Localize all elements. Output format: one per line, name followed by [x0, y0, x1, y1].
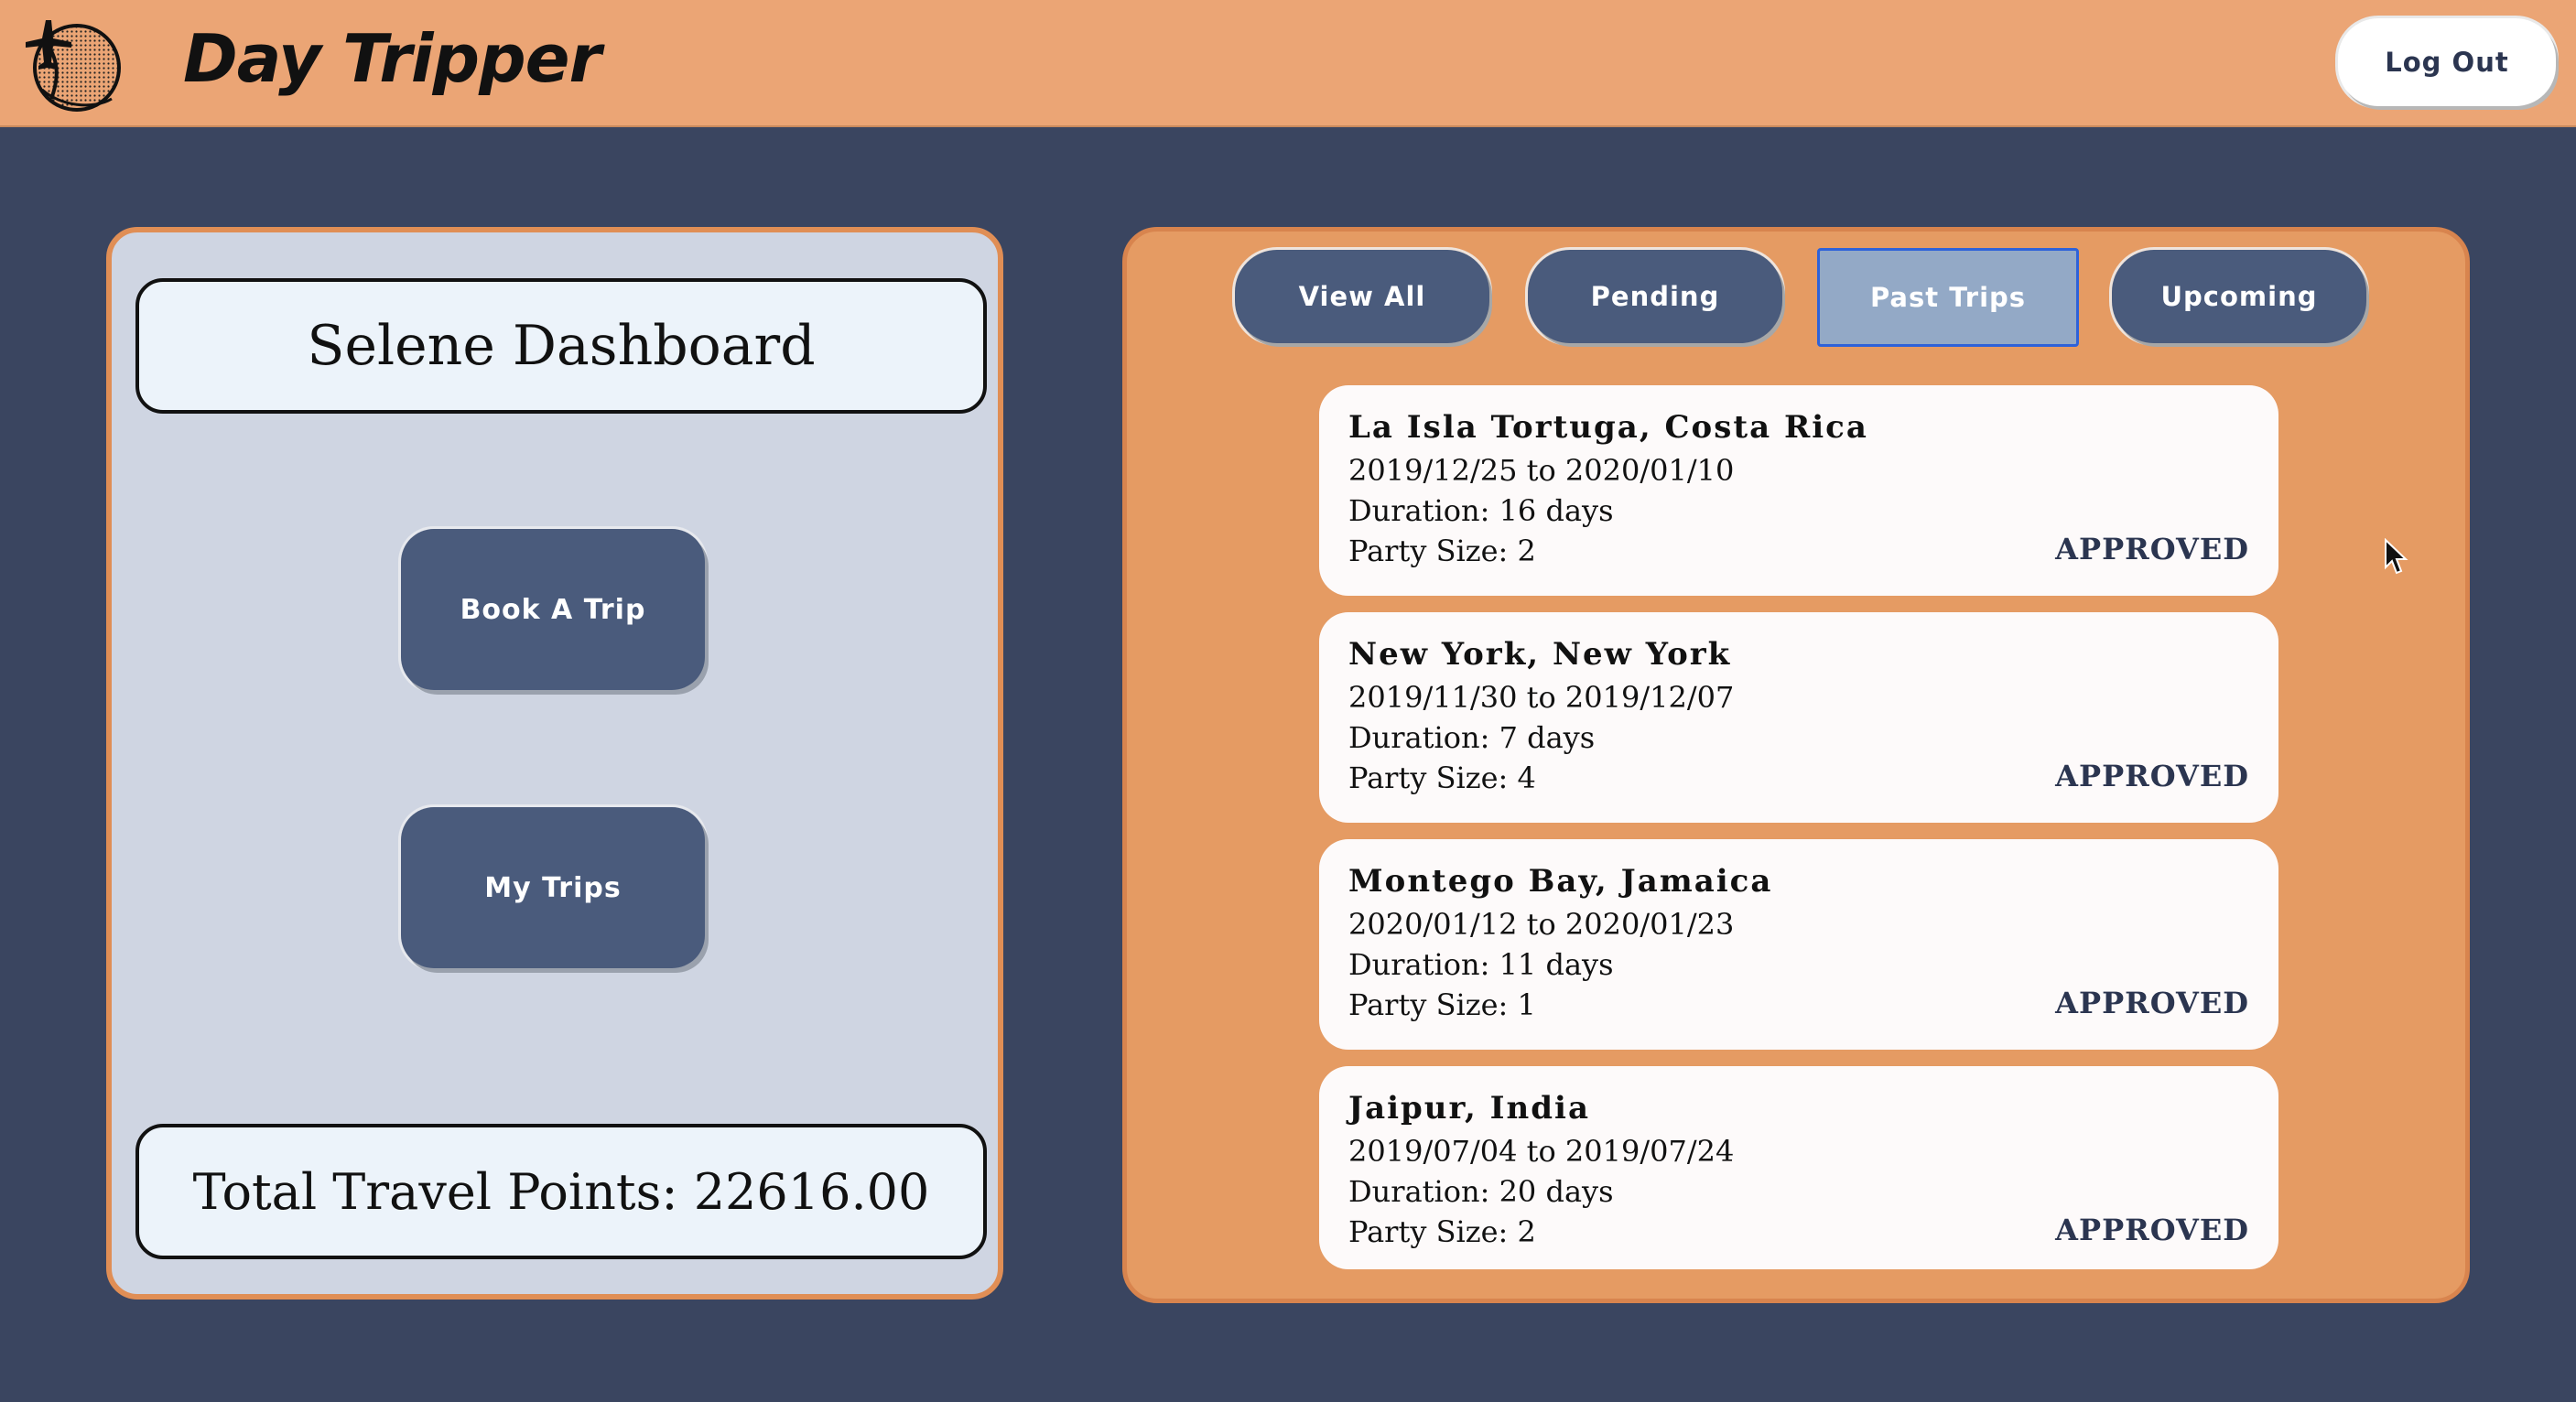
- trip-status: APPROVED: [2055, 532, 2249, 566]
- travel-points-text: Total Travel Points: 22616.00: [192, 1162, 930, 1221]
- tab-past-trips[interactable]: Past Trips: [1817, 248, 2079, 347]
- dashboard-title-box: Selene Dashboard: [135, 278, 987, 414]
- trip-duration: Duration: 7 days: [1348, 720, 1596, 755]
- logout-button[interactable]: Log Out: [2338, 18, 2556, 106]
- trip-dates: 2020/01/12 to 2020/01/23: [1348, 907, 1735, 942]
- trip-duration: Duration: 16 days: [1348, 493, 1614, 528]
- trip-card[interactable]: Jaipur, India 2019/07/04 to 2019/07/24 D…: [1319, 1066, 2278, 1269]
- trip-duration: Duration: 20 days: [1348, 1174, 1614, 1209]
- travel-points-box: Total Travel Points: 22616.00: [135, 1124, 987, 1259]
- my-trips-button[interactable]: My Trips: [401, 807, 705, 968]
- trip-destination: Jaipur, India: [1348, 1090, 1590, 1127]
- trip-dates: 2019/07/04 to 2019/07/24: [1348, 1134, 1735, 1169]
- trip-destination: Montego Bay, Jamaica: [1348, 863, 1773, 900]
- trip-party-size: Party Size: 4: [1348, 760, 1536, 795]
- mouse-cursor-icon: [2385, 538, 2408, 575]
- top-bar: Day Tripper Log Out: [0, 0, 2576, 127]
- trip-dates: 2019/12/25 to 2020/01/10: [1348, 453, 1735, 488]
- trip-card[interactable]: Montego Bay, Jamaica 2020/01/12 to 2020/…: [1319, 839, 2278, 1050]
- book-trip-button[interactable]: Book A Trip: [401, 529, 705, 690]
- trip-destination: New York, New York: [1348, 636, 1732, 673]
- trips-panel: View All Pending Past Trips Upcoming La …: [1122, 227, 2470, 1303]
- globe-plane-icon[interactable]: [24, 11, 124, 113]
- trip-party-size: Party Size: 1: [1348, 987, 1536, 1022]
- tab-pending[interactable]: Pending: [1528, 250, 1782, 343]
- trip-destination: La Isla Tortuga, Costa Rica: [1348, 409, 1868, 446]
- trip-status: APPROVED: [2055, 986, 2249, 1020]
- dashboard-title: Selene Dashboard: [307, 314, 816, 378]
- dashboard-panel: Selene Dashboard Book A Trip My Trips To…: [106, 227, 1003, 1300]
- trip-party-size: Party Size: 2: [1348, 1214, 1536, 1249]
- trip-status: APPROVED: [2055, 1213, 2249, 1247]
- app-title: Day Tripper: [183, 20, 601, 97]
- tab-view-all[interactable]: View All: [1235, 250, 1489, 343]
- trip-party-size: Party Size: 2: [1348, 534, 1536, 568]
- trip-card[interactable]: New York, New York 2019/11/30 to 2019/12…: [1319, 612, 2278, 823]
- trip-dates: 2019/11/30 to 2019/12/07: [1348, 680, 1735, 715]
- trip-card[interactable]: La Isla Tortuga, Costa Rica 2019/12/25 t…: [1319, 385, 2278, 596]
- trip-status: APPROVED: [2055, 759, 2249, 793]
- tab-upcoming[interactable]: Upcoming: [2112, 250, 2366, 343]
- trip-duration: Duration: 11 days: [1348, 947, 1614, 982]
